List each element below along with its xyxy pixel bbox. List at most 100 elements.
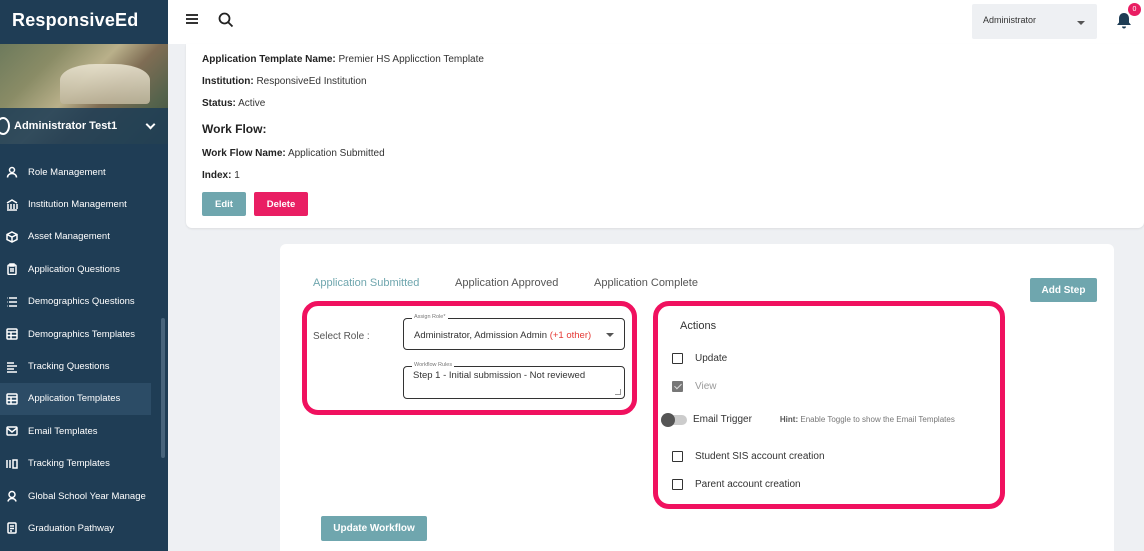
institution-icon <box>6 198 18 211</box>
workflow-name-value: Application Submitted <box>287 148 385 159</box>
sidebar-item-tracking-templates[interactable]: Tracking Templates <box>0 448 151 480</box>
user-icon <box>6 166 18 178</box>
sidebar-item-label: Demographics Questions <box>28 296 135 308</box>
parent-account-row[interactable]: Parent account creation <box>672 479 801 490</box>
resize-handle-icon[interactable] <box>615 389 621 395</box>
assign-role-value: Administrator, Admission Admin (+1 other… <box>414 330 592 341</box>
sidebar-item-email-templates[interactable]: Email Templates <box>0 415 151 447</box>
caret-down-icon <box>606 333 614 337</box>
status-value: Active <box>238 98 266 109</box>
workflow-heading: Work Flow: <box>202 122 267 136</box>
index-value: 1 <box>234 170 240 181</box>
search-icon[interactable] <box>218 12 234 28</box>
sidebar-scrollbar[interactable] <box>161 318 165 458</box>
clipboard-icon <box>6 263 18 276</box>
email-hint: Hint: Enable Toggle to show the Email Te… <box>779 415 955 424</box>
chevron-down-icon[interactable] <box>145 119 156 129</box>
institution-value: ResponsiveEd Institution <box>256 76 367 87</box>
view-action-row: View <box>672 381 717 392</box>
institution-label: Institution: <box>202 76 254 87</box>
status-label: Status: <box>202 98 236 109</box>
index-line: Index: 1 <box>202 170 240 181</box>
globe-user-icon <box>6 490 18 502</box>
update-workflow-button[interactable]: Update Workflow <box>321 516 427 541</box>
sidebar-item-application-questions[interactable]: Application Questions <box>0 253 151 285</box>
student-sis-row[interactable]: Student SIS account creation <box>672 451 825 462</box>
list-icon <box>6 361 18 373</box>
email-trigger-row: Email Trigger Hint: Enable Toggle to sho… <box>661 412 955 427</box>
parent-account-label: Parent account creation <box>695 479 801 490</box>
user-menu[interactable]: Administrator Test1 <box>0 108 168 144</box>
edit-button[interactable]: Edit <box>202 192 246 216</box>
assign-role-select[interactable]: Assign Role* Administrator, Admission Ad… <box>403 314 625 350</box>
sidebar-item-demographics-templates[interactable]: Demographics Templates <box>0 318 151 350</box>
caret-down-icon <box>1077 21 1085 25</box>
top-bar: Administrator 0 <box>168 0 1144 44</box>
sidebar-item-graduation-pathway[interactable]: Graduation Pathway <box>0 512 151 544</box>
sidebar-item-label: Application Questions <box>28 263 120 275</box>
sidebar-nav: Role Management Institution Management A… <box>0 156 168 545</box>
sidebar-item-label: Tracking Questions <box>28 361 110 373</box>
actions-heading: Actions <box>680 320 717 332</box>
sidebar-item-global-school-year[interactable]: Global School Year Manage <box>0 480 151 512</box>
update-checkbox[interactable] <box>672 353 683 364</box>
sidebar-item-application-templates[interactable]: Application Templates <box>0 382 151 416</box>
user-name: Administrator Test1 <box>14 120 118 132</box>
add-step-button[interactable]: Add Step <box>1030 278 1097 302</box>
email-trigger-label: Email Trigger <box>693 414 752 425</box>
sidebar: ResponsiveEd Administrator Test1 Role Ma… <box>0 0 168 551</box>
sidebar-item-institution-management[interactable]: Institution Management <box>0 188 151 220</box>
email-icon <box>6 425 18 437</box>
sidebar-item-demographics-questions[interactable]: Demographics Questions <box>0 286 151 318</box>
workflow-name-line: Work Flow Name: Application Submitted <box>202 148 385 159</box>
notification-count-badge: 0 <box>1128 3 1141 16</box>
sidebar-item-label: Graduation Pathway <box>28 522 115 534</box>
sidebar-item-role-management[interactable]: Role Management <box>0 156 151 188</box>
brand-logo: ResponsiveEd <box>12 10 139 30</box>
hamburger-menu-icon[interactable] <box>186 14 198 26</box>
template-name-label: Application Template Name: <box>202 54 336 65</box>
sidebar-item-label: Role Management <box>28 166 106 178</box>
institution-line: Institution: ResponsiveEd Institution <box>202 76 367 87</box>
workflow-editor-card: Application Submitted Application Approv… <box>280 244 1114 551</box>
delete-button[interactable]: Delete <box>254 192 308 216</box>
sidebar-item-label: Asset Management <box>28 231 110 243</box>
index-label: Index: <box>202 170 232 181</box>
update-label: Update <box>695 353 728 364</box>
sidebar-item-label: Demographics Templates <box>28 328 136 340</box>
template-icon <box>6 328 18 340</box>
sidebar-item-asset-management[interactable]: Asset Management <box>0 221 151 253</box>
sidebar-item-label: Tracking Templates <box>28 458 110 470</box>
email-trigger-toggle[interactable] <box>661 412 687 427</box>
user-avatar-icon <box>0 117 10 135</box>
workflow-rules-value: Step 1 - Initial submission - Not review… <box>413 370 586 381</box>
assign-role-legend: Assign Role* <box>412 314 448 320</box>
document-icon <box>6 522 18 535</box>
box-icon <box>6 231 18 243</box>
tab-application-approved[interactable]: Application Approved <box>455 277 558 289</box>
student-sis-checkbox[interactable] <box>672 451 683 462</box>
view-checkbox <box>672 381 683 392</box>
template-icon <box>6 393 18 405</box>
update-action-row[interactable]: Update <box>672 353 727 364</box>
template-name-line: Application Template Name: Premier HS Ap… <box>202 54 484 65</box>
tracking-icon <box>6 458 18 470</box>
parent-account-checkbox[interactable] <box>672 479 683 490</box>
role-selector-value: Administrator <box>983 15 1037 25</box>
workflow-name-label: Work Flow Name: <box>202 148 286 159</box>
sidebar-item-label: Global School Year Manage <box>28 490 146 502</box>
sidebar-item-tracking-questions[interactable]: Tracking Questions <box>0 350 151 382</box>
workflow-rules-textarea[interactable]: Workflow Rules Step 1 - Initial submissi… <box>403 362 625 399</box>
status-line: Status: Active <box>202 98 265 109</box>
sidebar-item-label: Email Templates <box>28 425 98 437</box>
actions-highlight-box <box>653 301 1005 509</box>
list-icon <box>6 296 18 308</box>
template-name-value: Premier HS Applicction Template <box>338 54 484 65</box>
view-label: View <box>695 381 717 392</box>
role-selector[interactable]: Administrator <box>972 4 1097 39</box>
tab-application-submitted[interactable]: Application Submitted <box>313 277 419 289</box>
template-info-card: Application Template Name: Premier HS Ap… <box>186 44 1144 228</box>
sidebar-item-label: Application Templates <box>28 393 121 405</box>
sidebar-item-label: Institution Management <box>28 199 127 211</box>
tab-application-complete[interactable]: Application Complete <box>594 277 698 289</box>
